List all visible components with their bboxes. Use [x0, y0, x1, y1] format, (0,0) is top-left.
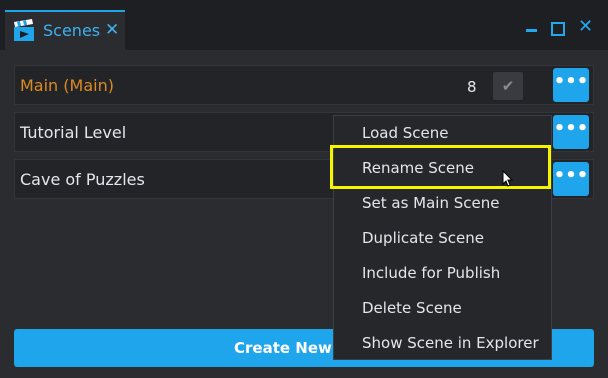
- scene-row-main[interactable]: Main (Main) 8 ✔ •••: [14, 65, 594, 105]
- maximize-icon[interactable]: [551, 22, 565, 36]
- tab-scenes[interactable]: Scenes ✕: [5, 10, 125, 50]
- menu-item-show-scene-in-explorer[interactable]: Show Scene in Explorer: [362, 334, 539, 352]
- scene-count: 8: [467, 78, 477, 96]
- menu-item-rename-scene[interactable]: Rename Scene: [362, 159, 474, 177]
- menu-item-duplicate-scene[interactable]: Duplicate Scene: [362, 229, 484, 247]
- menu-item-set-as-main-scene[interactable]: Set as Main Scene: [362, 194, 499, 212]
- title-bar: Scenes ✕ ✕: [0, 0, 608, 50]
- menu-item-load-scene[interactable]: Load Scene: [362, 124, 448, 142]
- menu-item-delete-scene[interactable]: Delete Scene: [362, 299, 462, 317]
- menu-item-include-for-publish[interactable]: Include for Publish: [362, 264, 500, 282]
- check-icon[interactable]: ✔: [493, 72, 523, 100]
- scenes-window: Scenes ✕ ✕ Main (Main) 8 ✔ ••• Tutorial …: [0, 0, 608, 378]
- more-options-button[interactable]: •••: [553, 115, 589, 149]
- tab-title: Scenes: [43, 21, 101, 40]
- mouse-cursor-icon: [502, 170, 514, 187]
- minimize-icon[interactable]: [526, 29, 537, 32]
- scene-label: Tutorial Level: [20, 123, 127, 142]
- more-options-button[interactable]: •••: [553, 162, 589, 196]
- more-options-button[interactable]: •••: [553, 68, 589, 102]
- scene-label: Cave of Puzzles: [20, 170, 145, 189]
- clapperboard-icon: [14, 19, 34, 41]
- close-icon[interactable]: ✕: [578, 17, 593, 37]
- scene-context-menu: Load Scene Rename Scene Set as Main Scen…: [333, 115, 552, 360]
- scene-label: Main (Main): [20, 76, 114, 95]
- create-button-label: Create New S: [234, 339, 348, 357]
- tab-close-icon[interactable]: ✕: [105, 20, 119, 40]
